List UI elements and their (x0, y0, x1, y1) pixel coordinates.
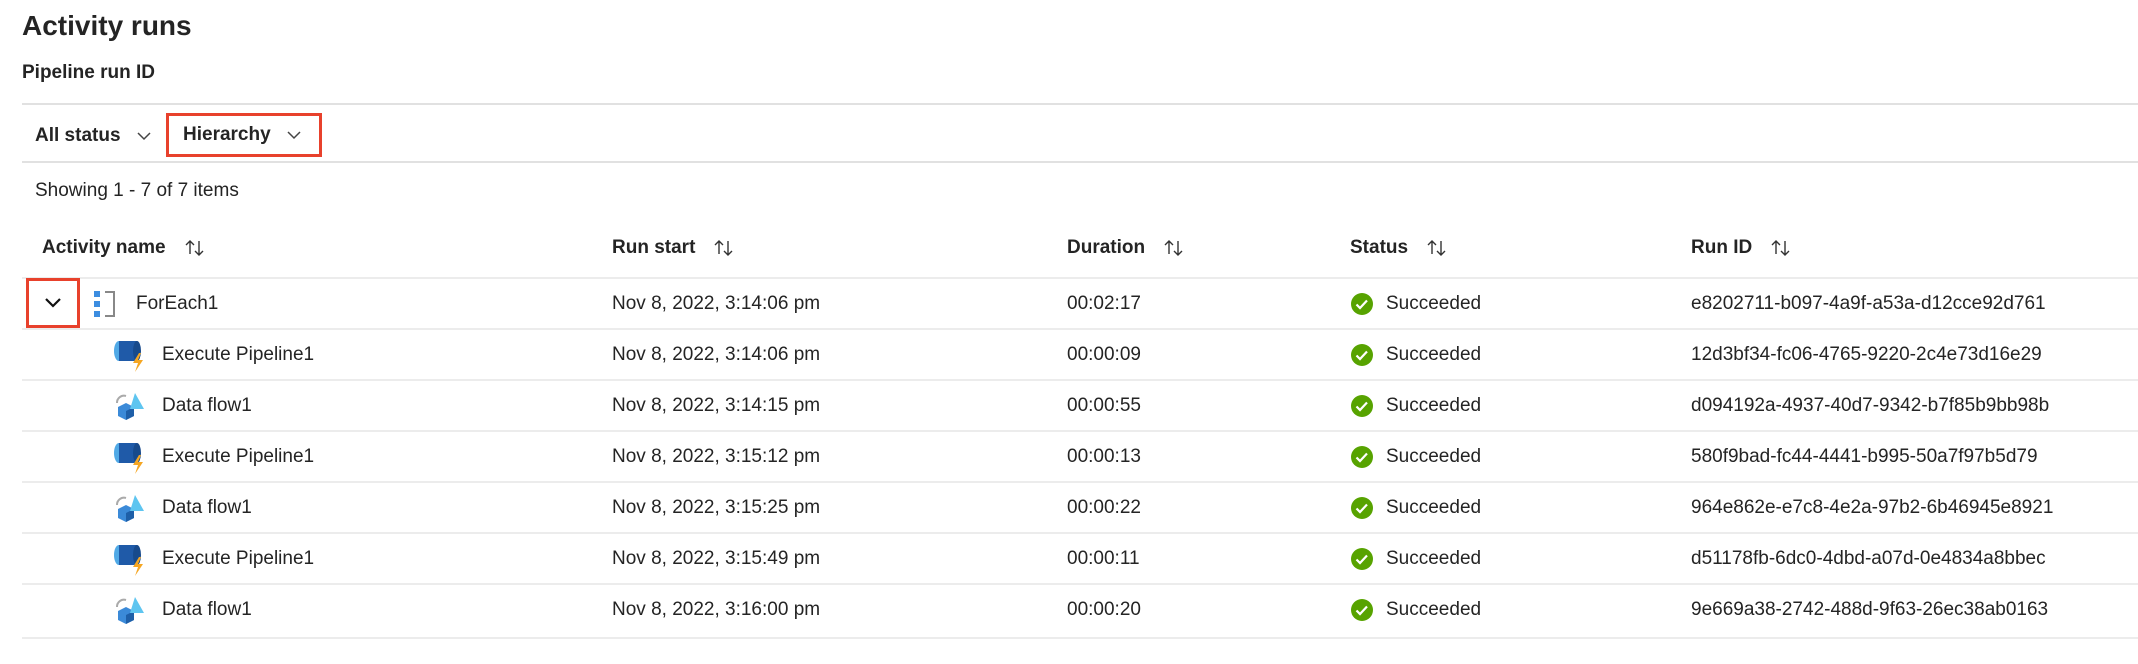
success-check-icon (1351, 599, 1373, 621)
activity-name[interactable]: Execute Pipeline1 (162, 330, 314, 380)
status-label: Succeeded (1386, 344, 1482, 365)
run-id: 580f9bad-fc44-4441-b995-50a7f97b5d79 (1691, 446, 2038, 467)
collapse-foreach-button[interactable] (26, 278, 80, 328)
activity-name[interactable]: Execute Pipeline1 (162, 432, 314, 482)
column-header-run-id[interactable]: Run ID (1691, 237, 1792, 259)
run-start: Nov 8, 2022, 3:15:25 pm (612, 497, 821, 518)
item-count: Showing 1 - 7 of 7 items (35, 180, 239, 201)
run-id: e8202711-b097-4a9f-a53a-d12cce92d761 (1691, 293, 2046, 314)
status-filter-label: All status (35, 125, 121, 146)
activity-name[interactable]: ForEach1 (136, 279, 218, 329)
status: Succeeded (1350, 432, 1481, 482)
status: Succeeded (1350, 381, 1481, 431)
status: Succeeded (1350, 279, 1481, 329)
status: Succeeded (1350, 330, 1481, 380)
sort-icon (1427, 240, 1446, 256)
status-label: Succeeded (1386, 293, 1482, 314)
status: Succeeded (1350, 534, 1481, 584)
execute-pipeline-icon (113, 534, 147, 584)
sort-icon (714, 240, 733, 256)
status-label: Succeeded (1386, 548, 1482, 569)
hierarchy-label: Hierarchy (183, 124, 271, 145)
activity-name[interactable]: Data flow1 (162, 483, 252, 533)
success-check-icon (1351, 344, 1373, 366)
column-header-label: Activity name (42, 237, 166, 258)
sort-icon (1164, 240, 1183, 256)
execute-pipeline-icon (113, 432, 147, 482)
success-check-icon (1351, 395, 1373, 417)
run-id: d51178fb-6dc0-4dbd-a07d-0e4834a8bbec (1691, 548, 2046, 569)
duration: 00:00:55 (1067, 395, 1141, 416)
success-check-icon (1351, 293, 1373, 315)
run-id: 9e669a38-2742-488d-9f63-26ec38ab0163 (1691, 599, 2049, 620)
run-start: Nov 8, 2022, 3:16:00 pm (612, 599, 821, 620)
status-label: Succeeded (1386, 446, 1482, 467)
table-row[interactable]: Execute Pipeline1 Nov 8, 2022, 3:15:49 pm… (22, 532, 2138, 584)
data-flow-icon (113, 585, 147, 635)
run-id: 12d3bf34-fc06-4765-9220-2c4e73d16e29 (1691, 344, 2042, 365)
success-check-icon (1351, 497, 1373, 519)
column-header-label: Run start (612, 237, 696, 258)
duration: 00:00:13 (1067, 446, 1141, 467)
table-row[interactable]: Data flow1 Nov 8, 2022, 3:16:00 pm 00:00:2… (22, 583, 2138, 635)
chevron-down-icon (287, 131, 301, 140)
page-title: Activity runs (22, 10, 192, 41)
divider (22, 637, 2138, 639)
run-start: Nov 8, 2022, 3:14:15 pm (612, 395, 821, 416)
divider (22, 103, 2138, 105)
table-row[interactable]: Data flow1 Nov 8, 2022, 3:15:25 pm 00:00:2… (22, 481, 2138, 533)
status-label: Succeeded (1386, 395, 1482, 416)
hierarchy-view-dropdown[interactable]: Hierarchy (166, 113, 322, 157)
column-header-duration[interactable]: Duration (1067, 237, 1185, 259)
column-header-run-start[interactable]: Run start (612, 237, 735, 259)
run-id: d094192a-4937-40d7-9342-b7f85b9bb98b (1691, 395, 2050, 416)
chevron-down-icon (137, 132, 151, 141)
status-label: Succeeded (1386, 497, 1482, 518)
status: Succeeded (1350, 585, 1481, 635)
column-header-label: Run ID (1691, 237, 1753, 258)
duration: 00:02:17 (1067, 293, 1141, 314)
duration: 00:00:20 (1067, 599, 1141, 620)
duration: 00:00:11 (1067, 548, 1140, 569)
run-start: Nov 8, 2022, 3:15:49 pm (612, 548, 821, 569)
sort-icon (185, 240, 204, 256)
status: Succeeded (1350, 483, 1481, 533)
pipeline-run-id-label: Pipeline run ID (22, 62, 156, 83)
activity-name[interactable]: Execute Pipeline1 (162, 534, 314, 584)
column-header-status[interactable]: Status (1350, 237, 1448, 259)
table-row[interactable]: Execute Pipeline1 Nov 8, 2022, 3:15:12 pm… (22, 430, 2138, 482)
success-check-icon (1351, 548, 1373, 570)
data-flow-icon (113, 381, 147, 431)
column-header-label: Status (1350, 237, 1409, 258)
success-check-icon (1351, 446, 1373, 468)
sort-icon (1771, 240, 1790, 256)
divider (22, 161, 2138, 163)
table-row[interactable]: Data flow1 Nov 8, 2022, 3:14:15 pm 00:00:5… (22, 379, 2138, 431)
column-header-label: Duration (1067, 237, 1146, 258)
foreach-icon (93, 279, 117, 329)
chevron-down-icon (45, 298, 61, 308)
activity-name[interactable]: Data flow1 (162, 585, 252, 635)
table-row[interactable]: ForEach1 Nov 8, 2022, 3:14:06 pm 00:02:17 S… (22, 277, 2138, 329)
run-start: Nov 8, 2022, 3:14:06 pm (612, 344, 821, 365)
column-header-activity-name[interactable]: Activity name (42, 237, 206, 259)
duration: 00:00:09 (1067, 344, 1141, 365)
run-start: Nov 8, 2022, 3:14:06 pm (612, 293, 821, 314)
duration: 00:00:22 (1067, 497, 1141, 518)
run-id: 964e862e-e7c8-4e2a-97b2-6b46945e8921 (1691, 497, 2054, 518)
data-flow-icon (113, 483, 147, 533)
table-row[interactable]: Execute Pipeline1 Nov 8, 2022, 3:14:06 pm… (22, 328, 2138, 380)
status-filter-dropdown[interactable]: All status (35, 118, 151, 154)
run-start: Nov 8, 2022, 3:15:12 pm (612, 446, 821, 467)
activity-name[interactable]: Data flow1 (162, 381, 252, 431)
execute-pipeline-icon (113, 330, 147, 380)
status-label: Succeeded (1386, 599, 1482, 620)
